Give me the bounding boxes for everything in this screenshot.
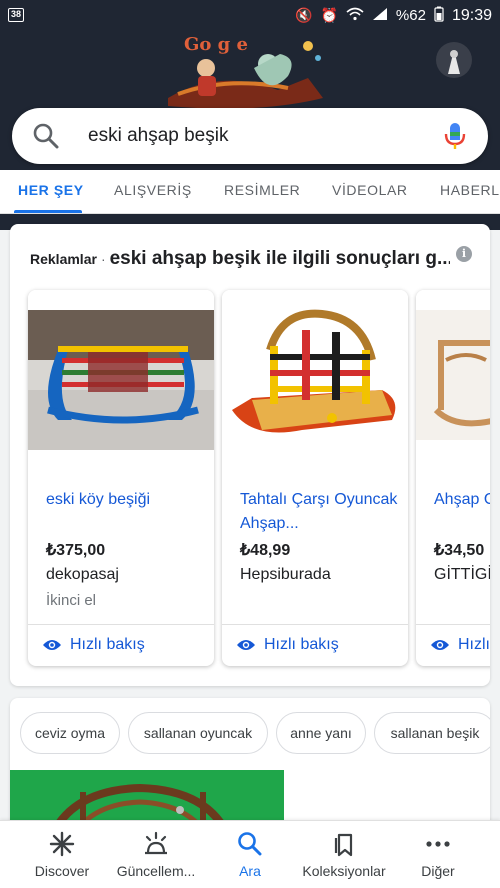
svg-text:Go g e: Go g e <box>184 34 248 55</box>
wifi-icon <box>346 7 364 24</box>
eye-icon <box>43 640 61 650</box>
product-image[interactable] <box>28 290 214 450</box>
nav-updates[interactable]: Güncellem... <box>106 831 206 879</box>
product-image[interactable] <box>416 290 490 450</box>
product-store: Hepsiburada <box>240 566 331 583</box>
status-bar: 38 🔇 ⏰ %62 19:39 <box>0 0 500 30</box>
shopping-ads-card: Reklamlar · eski ahşap beşik ile ilgili so… <box>10 224 490 686</box>
eye-icon <box>431 640 449 650</box>
battery-icon <box>434 6 444 25</box>
ads-title: eski ahşap beşik ile ilgili sonuçları g.… <box>109 248 450 269</box>
asterisk-icon <box>49 831 75 857</box>
product-store: GİTTİGİD <box>434 566 490 583</box>
mute-icon: 🔇 <box>295 7 313 23</box>
updates-icon <box>145 831 167 855</box>
product-card[interactable]: eski köy beşiği ₺375,00 dekopasaj İkinci… <box>28 290 214 666</box>
ads-header: Reklamlar · eski ahşap beşik ile ilgili so… <box>30 248 450 270</box>
chip-sallanan-besik[interactable]: sallanan beşik <box>374 712 490 754</box>
chip-anne-yani[interactable]: anne yanı <box>276 712 366 754</box>
divider <box>222 624 408 625</box>
product-card[interactable]: Tahtalı Çarşı Oyuncak Ahşap... ₺48,99 He… <box>222 290 408 666</box>
product-store: dekopasaj <box>46 566 119 583</box>
product-price: ₺48,99 <box>240 542 291 559</box>
quick-view-label: Hızlı bakış <box>264 636 339 653</box>
active-tab-indicator <box>14 210 82 213</box>
quick-view-button[interactable]: Hızlı bakış <box>42 636 145 654</box>
clock: 19:39 <box>451 6 492 24</box>
tab-images[interactable]: RESİMLER <box>224 182 300 198</box>
search-bar[interactable]: eski ahşap beşik <box>12 108 488 164</box>
quick-view-label: Hızlı bakış <box>70 636 145 653</box>
info-icon[interactable]: i <box>456 246 472 262</box>
quick-view-label: Hızlı bak <box>458 636 490 653</box>
nav-label: Ara <box>239 863 261 879</box>
chip-sallanan-oyuncak[interactable]: sallanan oyuncak <box>128 712 268 754</box>
nav-search[interactable]: Ara <box>200 831 300 879</box>
tab-news[interactable]: HABERLER <box>440 182 500 198</box>
search-icon[interactable] <box>32 122 60 150</box>
avatar[interactable] <box>436 42 472 78</box>
product-name[interactable]: eski köy beşiği <box>46 488 206 512</box>
product-card[interactable]: Ahşap Oy Beşik ₺34,50 GİTTİGİD Hızlı bak <box>416 290 490 666</box>
divider <box>28 624 214 625</box>
eye-icon <box>237 640 255 650</box>
nav-discover[interactable]: Discover <box>12 831 112 879</box>
bottom-navigation: Discover Güncellem... Ara Koleksiyonlar … <box>0 820 500 888</box>
tab-all[interactable]: HER ŞEY <box>18 182 84 198</box>
ads-label: Reklamlar <box>30 251 97 267</box>
nav-label: Diğer <box>421 863 455 879</box>
status-right: 🔇 ⏰ %62 19:39 <box>295 6 492 25</box>
chip-ceviz-oyma[interactable]: ceviz oyma <box>20 712 120 754</box>
product-price: ₺34,50 <box>434 542 485 559</box>
signal-icon <box>372 7 388 24</box>
search-icon <box>238 832 262 856</box>
search-tabs: HER ŞEY ALIŞVERİŞ RESİMLER VİDEOLAR HABE… <box>0 170 500 214</box>
tab-shopping[interactable]: ALIŞVERİŞ <box>114 182 192 198</box>
nav-label: Koleksiyonlar <box>302 863 386 879</box>
nav-label: Güncellem... <box>116 863 196 879</box>
battery-percent: %62 <box>395 7 426 24</box>
notification-badge: 38 <box>8 8 24 22</box>
product-name[interactable]: Tahtalı Çarşı Oyuncak Ahşap... <box>240 488 400 536</box>
related-searches-card: ceviz oyma sallanan oyuncak anne yanı sa… <box>10 698 490 838</box>
product-condition: İkinci el <box>46 592 97 609</box>
quick-view-button[interactable]: Hızlı bakış <box>236 636 339 654</box>
divider <box>416 624 490 625</box>
nav-label: Discover <box>34 863 90 879</box>
nav-collections[interactable]: Koleksiyonlar <box>294 831 394 879</box>
bookmark-icon <box>334 833 353 857</box>
product-image[interactable] <box>222 290 408 450</box>
alarm-icon: ⏰ <box>320 7 338 23</box>
nav-more[interactable]: Diğer <box>388 831 488 879</box>
quick-view-button[interactable]: Hızlı bak <box>430 636 490 654</box>
google-doodle[interactable]: Go g e <box>158 28 330 110</box>
product-name[interactable]: Ahşap Oy Beşik <box>434 488 490 512</box>
search-input[interactable]: eski ahşap beşik <box>88 125 228 147</box>
tab-videos[interactable]: VİDEOLAR <box>332 182 408 198</box>
ads-separator: · <box>100 251 106 267</box>
product-price: ₺375,00 <box>46 542 106 559</box>
microphone-icon[interactable] <box>444 121 466 151</box>
more-icon <box>426 841 450 847</box>
